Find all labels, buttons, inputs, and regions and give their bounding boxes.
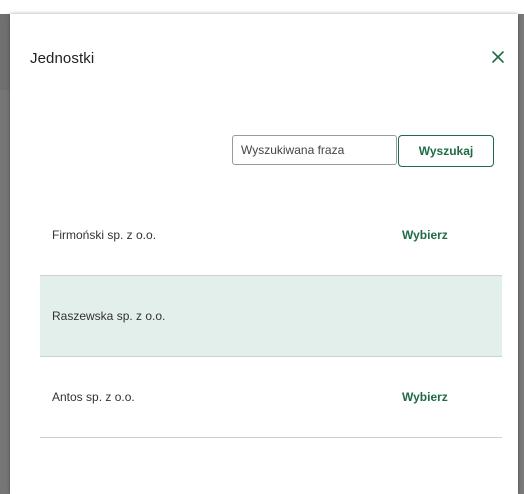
select-unit-link[interactable]: Wybierz	[402, 357, 448, 437]
close-button[interactable]	[488, 47, 508, 67]
units-modal: Jednostki Wyszukaj Firmoński sp. z o.o. …	[10, 14, 518, 494]
unit-name: Antos sp. z o.o.	[52, 390, 135, 404]
page-backdrop-top	[0, 0, 524, 14]
units-list: Firmoński sp. z o.o. Wybierz Raszewska s…	[40, 195, 502, 438]
list-item-selected[interactable]: Raszewska sp. z o.o.	[40, 276, 502, 357]
list-item[interactable]: Firmoński sp. z o.o. Wybierz	[40, 195, 502, 276]
search-button[interactable]: Wyszukaj	[398, 135, 494, 167]
modal-title: Jednostki	[30, 50, 95, 67]
close-icon	[488, 47, 508, 67]
page-backdrop-right	[518, 14, 524, 494]
list-item[interactable]: Antos sp. z o.o. Wybierz	[40, 357, 502, 438]
search-input[interactable]	[232, 135, 397, 165]
select-unit-link[interactable]: Wybierz	[402, 195, 448, 275]
unit-name: Firmoński sp. z o.o.	[52, 228, 157, 242]
unit-name: Raszewska sp. z o.o.	[52, 309, 166, 323]
page-backdrop-left-upper	[0, 14, 10, 90]
